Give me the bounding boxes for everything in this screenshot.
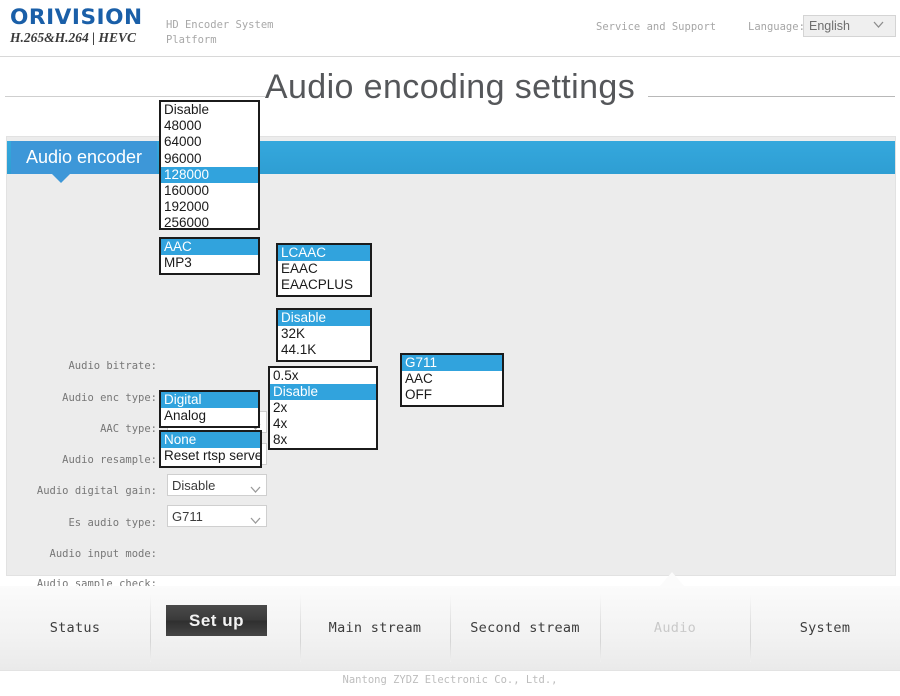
page-title: Audio encoding settings (264, 68, 636, 106)
list-option[interactable]: 64000 (161, 134, 258, 150)
tab-pointer-icon (52, 174, 70, 183)
es-audio-type-listbox[interactable]: G711 AAC OFF (400, 353, 504, 407)
list-option[interactable]: 48000 (161, 118, 258, 134)
list-option[interactable]: None (161, 432, 260, 448)
list-option[interactable]: MP3 (161, 255, 258, 271)
nav-item-audio[interactable]: Audio (600, 586, 750, 670)
logo-tagline: H.265&H.264 | HEVC (10, 30, 136, 45)
list-option[interactable]: 256000 (161, 215, 258, 228)
nav-item-system[interactable]: System (750, 586, 900, 670)
list-option[interactable]: AAC (402, 371, 502, 387)
tab-audio-encoder[interactable]: Audio encoder (11, 141, 157, 174)
audio-sample-check-listbox[interactable]: None Reset rtsp server (159, 430, 262, 468)
label-audio-resample: Audio resample: (62, 454, 157, 466)
list-option[interactable]: 128000 (161, 166, 258, 183)
language-label: Language: (748, 21, 805, 33)
label-audio-enc-type: Audio enc type: (62, 392, 157, 404)
list-option[interactable]: 44.1K (278, 342, 370, 358)
aac-type-listbox[interactable]: LCAAC EAAC EAACPLUS (276, 243, 372, 297)
list-option[interactable]: OFF (402, 387, 502, 403)
list-option[interactable]: Disable (278, 310, 370, 326)
list-option[interactable]: 8x (270, 432, 376, 448)
setup-button[interactable]: Set up (166, 605, 267, 636)
bottom-navigation: StatusNetworkMain streamSecond streamAud… (0, 586, 900, 671)
list-option[interactable]: 96000 (161, 151, 258, 167)
list-option[interactable]: Disable (161, 102, 258, 118)
nav-item-status[interactable]: Status (0, 586, 150, 670)
label-es-audio-type: Es audio type: (68, 517, 157, 529)
audio-bitrate-listbox[interactable]: Disable 48000 64000 96000 128000 160000 192000… (159, 100, 260, 230)
nav-items: StatusNetworkMain streamSecond streamAud… (0, 586, 900, 670)
list-option[interactable]: 32K (278, 326, 370, 342)
list-option[interactable]: 2x (270, 400, 376, 416)
audio-digital-gain-listbox[interactable]: 0.5x Disable 2x 4x 8x (268, 366, 378, 450)
label-audio-digital-gain: Audio digital gain: (36, 485, 157, 497)
page-header: ORIVISION H.265&H.264 | HEVC HD Encoder … (0, 0, 900, 57)
list-option[interactable]: 160000 (161, 183, 258, 199)
list-option[interactable]: LCAAC (278, 245, 370, 261)
logo-wordmark: ORIVISION (10, 5, 143, 29)
nav-item-second-stream[interactable]: Second stream (450, 586, 600, 670)
list-option[interactable]: EAAC (278, 261, 370, 277)
audio-resample-listbox[interactable]: Disable 32K 44.1K (276, 308, 372, 362)
list-option[interactable]: 192000 (161, 199, 258, 215)
list-option[interactable]: AAC (161, 239, 258, 255)
list-option[interactable]: EAACPLUS (278, 277, 370, 293)
label-audio-bitrate: Audio bitrate: (68, 360, 157, 372)
list-option[interactable]: 0.5x (270, 368, 376, 384)
label-audio-input-mode: Audio input mode: (49, 548, 157, 560)
es-audio-type-select[interactable]: G711 (167, 505, 267, 527)
footer-company: Nantong ZYDZ Electronic Co., Ltd., (342, 674, 558, 686)
audio-digital-gain-select[interactable]: Disable (167, 474, 267, 496)
label-aac-type: AAC type: (100, 423, 157, 435)
list-option[interactable]: Analog (161, 408, 258, 424)
list-option[interactable]: Digital (161, 392, 258, 408)
audio-enc-type-listbox[interactable]: AAC MP3 (159, 237, 260, 275)
nav-active-pointer-icon (660, 572, 684, 586)
page-title-area: Audio encoding settings (0, 68, 900, 120)
brand-logo: ORIVISION H.265&H.264 | HEVC (10, 6, 155, 47)
system-name: HD Encoder System Platform (166, 19, 274, 46)
nav-item-main-stream[interactable]: Main stream (300, 586, 450, 670)
list-option[interactable]: G711 (402, 355, 502, 371)
list-option[interactable]: 4x (270, 416, 376, 432)
list-option[interactable]: Disable (270, 384, 376, 400)
language-select[interactable]: English (803, 15, 896, 37)
audio-input-mode-listbox[interactable]: Digital Analog (159, 390, 260, 428)
list-option[interactable]: Reset rtsp server (161, 448, 260, 464)
service-and-support-link[interactable]: Service and Support (596, 21, 716, 33)
